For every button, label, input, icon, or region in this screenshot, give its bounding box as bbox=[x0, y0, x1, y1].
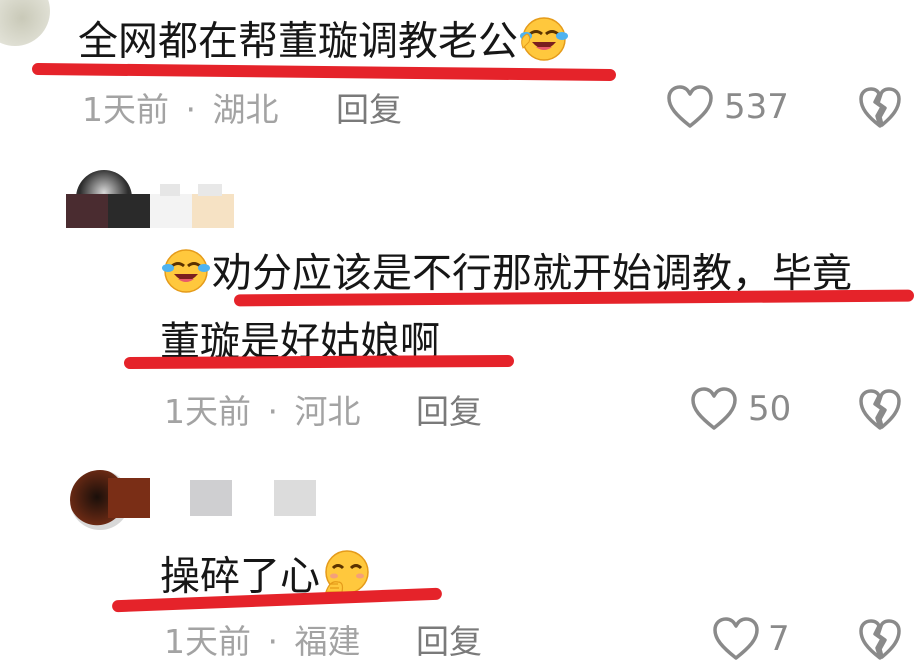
username-blurred bbox=[66, 194, 108, 228]
username-blurred bbox=[150, 194, 192, 228]
comment-location: 福建 bbox=[294, 622, 361, 661]
comment-body-line1: 劝分应该是不行那就开始调教，毕竟 bbox=[212, 250, 852, 297]
username-blurred bbox=[160, 184, 180, 196]
like-button[interactable]: 7 bbox=[712, 616, 790, 662]
username-blurred bbox=[192, 194, 234, 228]
comment-time: 1天前 bbox=[164, 622, 251, 661]
broken-heart-icon bbox=[859, 389, 901, 430]
username-blurred bbox=[198, 184, 222, 196]
username-blurred bbox=[108, 194, 150, 228]
dislike-button[interactable] bbox=[858, 618, 902, 666]
comment-time: 1天前 bbox=[82, 90, 169, 129]
heart-outline-icon bbox=[713, 617, 759, 660]
like-button[interactable]: 537 bbox=[666, 84, 789, 130]
comment-location: 湖北 bbox=[212, 90, 279, 129]
broken-heart-icon bbox=[859, 619, 901, 660]
comment-location: 河北 bbox=[294, 392, 361, 431]
separator: · bbox=[267, 622, 279, 661]
reply-button[interactable]: 回复 bbox=[336, 90, 402, 130]
separator: · bbox=[267, 392, 279, 431]
laughing-crying-face-icon bbox=[518, 14, 570, 73]
like-count: 537 bbox=[724, 87, 789, 127]
red-underline bbox=[123, 354, 515, 370]
reply-button[interactable]: 回复 bbox=[416, 622, 482, 662]
username-blurred bbox=[274, 480, 316, 516]
like-count: 50 bbox=[748, 389, 792, 429]
username-blurred bbox=[190, 480, 232, 516]
dislike-button[interactable] bbox=[858, 86, 902, 134]
like-button[interactable]: 50 bbox=[690, 386, 791, 432]
reply-button[interactable]: 回复 bbox=[416, 392, 482, 432]
username-blurred bbox=[108, 478, 150, 518]
broken-heart-icon bbox=[859, 87, 901, 128]
comment-meta: 1天前 · 河北 bbox=[164, 392, 361, 432]
heart-outline-icon bbox=[667, 85, 713, 128]
like-count: 7 bbox=[768, 619, 790, 659]
comment-body: 全网都在帮董璇调教老公 bbox=[78, 18, 518, 65]
heart-outline-icon bbox=[691, 387, 737, 430]
dislike-button[interactable] bbox=[858, 388, 902, 436]
separator: · bbox=[185, 90, 197, 129]
comment-meta: 1天前 · 湖北 bbox=[82, 90, 279, 130]
laughing-crying-face-icon bbox=[160, 246, 212, 305]
comment-time: 1天前 bbox=[164, 392, 251, 431]
comment-meta: 1天前 · 福建 bbox=[164, 622, 361, 662]
avatar[interactable] bbox=[0, 0, 50, 46]
